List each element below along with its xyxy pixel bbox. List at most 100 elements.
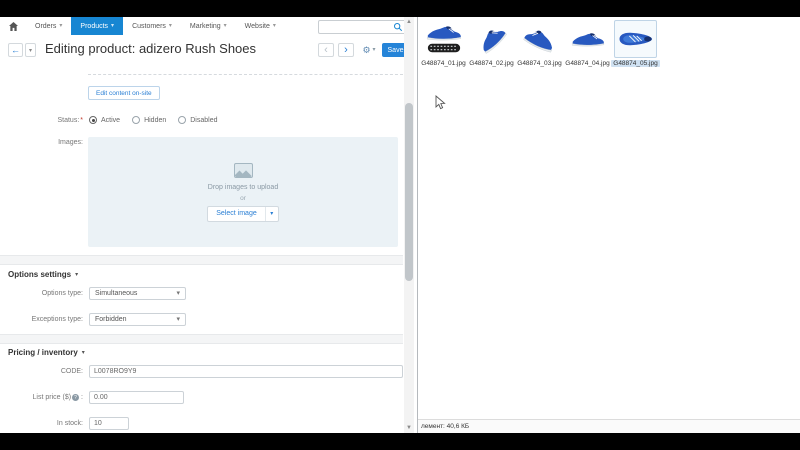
chevron-down-icon: [59, 23, 62, 29]
file-name: G48874_05.jpg: [611, 60, 659, 67]
exceptions-type-select[interactable]: Forbidden: [89, 313, 186, 326]
list-price-row: List price ($)?:: [0, 391, 403, 404]
radio-disabled[interactable]: Disabled: [178, 116, 217, 124]
options-type-label: Options type:: [0, 290, 89, 297]
search-box: [318, 20, 406, 34]
file-item[interactable]: G48874_04.jpg: [565, 20, 610, 67]
radio-icon: [132, 116, 140, 124]
file-name: G48874_02.jpg: [467, 60, 515, 67]
chevron-down-icon: [224, 23, 227, 29]
vertical-scrollbar[interactable]: ▲ ▼: [404, 17, 414, 433]
prev-product-button[interactable]: [318, 43, 334, 57]
images-label: Images:: [0, 139, 89, 146]
back-button[interactable]: [8, 43, 23, 57]
exceptions-type-row: Exceptions type: Forbidden: [0, 313, 403, 326]
edit-content-onsite-button[interactable]: Edit content on-site: [88, 86, 160, 100]
info-icon: ?: [72, 394, 79, 401]
options-type-select[interactable]: Simultaneous: [89, 287, 186, 300]
nav-item-website[interactable]: Website: [236, 17, 285, 35]
nav-item-customers[interactable]: Customers: [123, 17, 181, 35]
nav-item-label: Website: [245, 23, 270, 30]
image-placeholder-icon: [234, 163, 253, 178]
search-icon[interactable]: [393, 22, 403, 32]
exceptions-type-label: Exceptions type:: [0, 316, 89, 323]
statusbar-text: лемент: 40,6 КБ: [418, 423, 469, 430]
chevron-down-icon: [169, 23, 172, 29]
settings-gear-button[interactable]: [359, 43, 379, 57]
page-title: Editing product: adizero Rush Shoes: [45, 41, 256, 56]
or-text: or: [240, 195, 246, 202]
code-label: CODE:: [0, 368, 89, 375]
gear-icon: [362, 45, 370, 56]
image-dropzone[interactable]: Drop images to upload or Select image: [88, 137, 398, 247]
options-type-row: Options type: Simultaneous: [0, 287, 403, 300]
radio-icon: [89, 116, 97, 124]
chevron-down-icon: [273, 23, 276, 29]
nav-item-label: Products: [80, 23, 108, 30]
chevron-down-icon: [75, 272, 78, 278]
status-row: Status:* Active Hidden Disabled: [0, 114, 403, 126]
status-label: Status:*: [0, 117, 89, 124]
file-item[interactable]: G48874_03.jpg: [517, 20, 562, 67]
chevron-down-icon: [82, 350, 85, 356]
select-image-split-button: Select image: [207, 206, 278, 222]
explorer-statusbar: лемент: 40,6 КБ: [418, 419, 800, 433]
dashed-divider: [88, 74, 403, 75]
chevron-down-icon: [373, 47, 376, 53]
file-item-selected[interactable]: G48874_05.jpg: [613, 20, 658, 67]
chevron-down-icon: [176, 316, 180, 323]
required-mark: *: [80, 117, 83, 124]
code-input[interactable]: [89, 365, 403, 378]
in-stock-label: In stock:: [0, 420, 89, 427]
page-header: Editing product: adizero Rush Shoes Save: [0, 35, 417, 61]
status-radio-group: Active Hidden Disabled: [89, 116, 218, 124]
chevron-down-icon: [111, 23, 114, 29]
top-navbar: Orders Products Customers Marketing Webs…: [0, 17, 417, 35]
chevron-down-icon: [270, 211, 273, 217]
section-divider: [0, 255, 403, 265]
admin-panel: Orders Products Customers Marketing Webs…: [0, 17, 417, 433]
screen: Orders Products Customers Marketing Webs…: [0, 0, 800, 450]
search-input[interactable]: [319, 22, 393, 32]
back-dropdown-button[interactable]: [25, 43, 36, 57]
file-explorer-panel: G48874_01.jpg G48874_02.jpg: [417, 17, 800, 433]
file-name: G48874_03.jpg: [515, 60, 563, 67]
top-black-bar: [0, 0, 800, 17]
shoe-heel-icon: [518, 20, 561, 58]
list-price-label: List price ($)?:: [0, 394, 89, 402]
select-image-button[interactable]: Select image: [208, 207, 265, 221]
section-divider: [0, 334, 403, 344]
shoe-angled-icon: [470, 20, 513, 58]
select-image-dropdown[interactable]: [266, 207, 278, 221]
in-stock-input[interactable]: [89, 417, 129, 430]
scroll-up-arrow[interactable]: ▲: [404, 17, 414, 27]
shoe-side-with-sole-icon: [422, 20, 465, 58]
radio-active[interactable]: Active: [89, 116, 120, 124]
shoe-side-icon: [566, 20, 609, 58]
next-product-button[interactable]: [338, 43, 354, 57]
home-nav-button[interactable]: [0, 17, 26, 35]
chevron-down-icon: [176, 290, 180, 297]
shoe-top-icon: [614, 20, 657, 58]
pricing-inventory-heading[interactable]: Pricing / inventory: [8, 348, 85, 357]
nav-item-products[interactable]: Products: [71, 17, 123, 35]
home-icon: [9, 22, 18, 31]
file-name: G48874_01.jpg: [419, 60, 467, 67]
file-item[interactable]: G48874_02.jpg: [469, 20, 514, 67]
options-settings-heading[interactable]: Options settings: [8, 270, 78, 279]
file-list: G48874_01.jpg G48874_02.jpg: [421, 20, 658, 67]
drop-text: Drop images to upload: [208, 184, 278, 191]
nav-item-orders[interactable]: Orders: [26, 17, 71, 35]
scrollbar-thumb[interactable]: [405, 103, 413, 281]
nav-item-marketing[interactable]: Marketing: [181, 17, 236, 35]
radio-hidden[interactable]: Hidden: [132, 116, 166, 124]
in-stock-row: In stock:: [0, 417, 403, 430]
scroll-down-arrow[interactable]: ▼: [404, 423, 414, 433]
nav-item-label: Marketing: [190, 23, 221, 30]
nav-item-label: Orders: [35, 23, 56, 30]
radio-icon: [178, 116, 186, 124]
code-row: CODE:: [0, 365, 403, 378]
list-price-input[interactable]: [89, 391, 184, 404]
bottom-black-bar: [0, 433, 800, 450]
file-item[interactable]: G48874_01.jpg: [421, 20, 466, 67]
